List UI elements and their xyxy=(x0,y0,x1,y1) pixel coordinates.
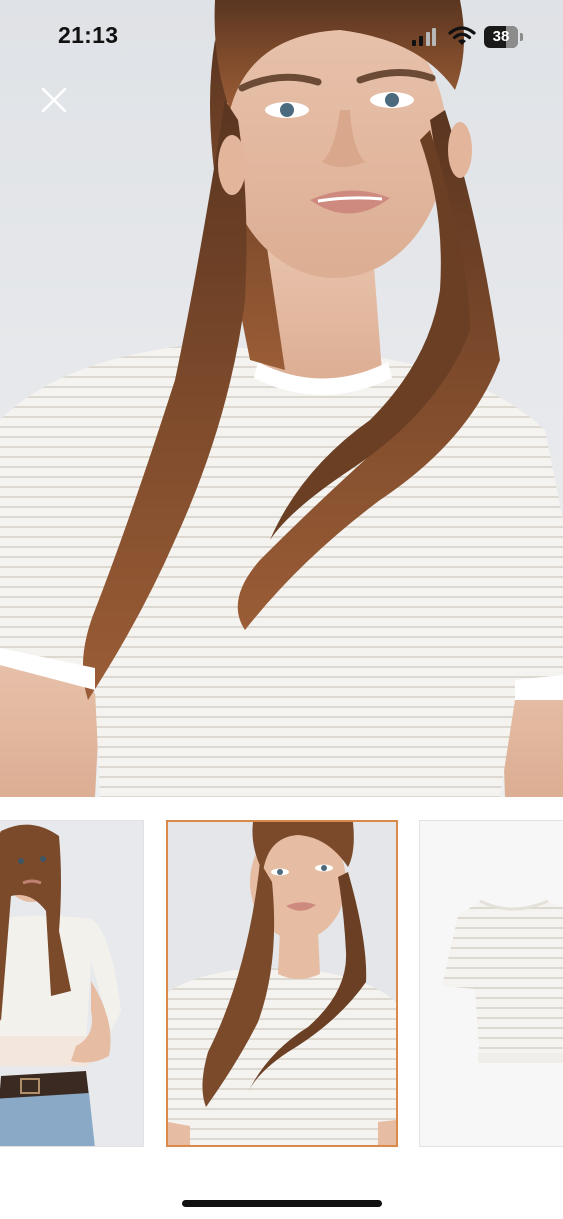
thumbnail-model-front[interactable] xyxy=(0,820,144,1147)
thumbnail-strip xyxy=(0,820,563,1148)
thumbnail-product-flat[interactable] xyxy=(419,820,563,1147)
signal-icon xyxy=(412,28,436,46)
status-time: 21:13 xyxy=(58,22,119,48)
thumbnail-model-closeup-selected[interactable] xyxy=(166,820,398,1147)
close-icon xyxy=(41,87,67,113)
home-indicator[interactable] xyxy=(182,1200,382,1207)
battery-level: 38 xyxy=(492,28,510,45)
battery-icon: 38 xyxy=(484,26,526,48)
product-image-viewer: 21:13 38 xyxy=(0,0,563,1219)
battery-body: 38 xyxy=(484,26,518,48)
status-bar: 21:13 38 xyxy=(0,0,563,76)
main-product-image[interactable] xyxy=(0,0,563,797)
close-button[interactable] xyxy=(34,80,74,120)
wifi-icon xyxy=(448,26,476,45)
